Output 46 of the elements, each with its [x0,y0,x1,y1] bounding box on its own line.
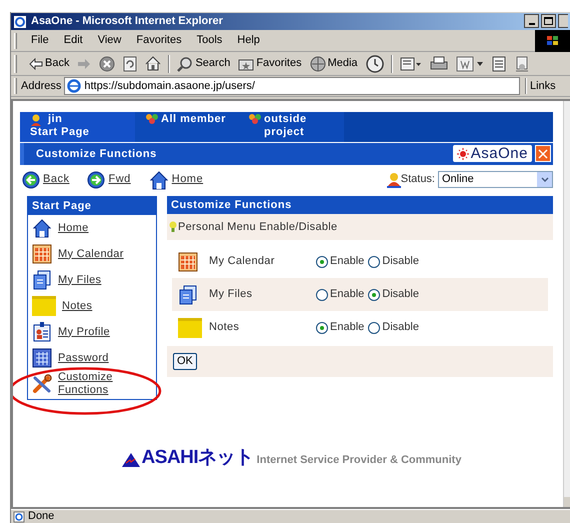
page-title: Customize Functions [36,146,157,162]
links-button[interactable]: Links [530,78,570,94]
tab[interactable]: jin Start Page [20,112,135,142]
sidebar-link[interactable]: My Files [58,274,128,286]
menu-item[interactable]: View [92,32,128,49]
sidebar-header: Start Page [28,197,156,215]
forward-link[interactable]: Fwd [87,170,131,188]
sidebar-link[interactable]: Password [58,352,128,364]
asaone-logo: AsaOne [452,145,532,162]
search-button[interactable]: Search [173,55,234,72]
function-label: My Calendar [209,254,276,270]
sidebar-link[interactable]: Home [58,222,128,234]
radio-option[interactable]: Enable [316,319,364,336]
radio-option[interactable]: Disable [368,253,419,270]
home-link[interactable]: Home [148,170,204,190]
status-label: Status: [400,172,435,188]
menu-item[interactable]: Tools [190,32,228,49]
function-label: Notes [209,320,240,336]
asahi-net-logo: ASAHIネット [122,448,254,467]
radio-option[interactable]: Enable [316,253,364,270]
radio-option[interactable]: Enable [316,286,364,303]
ok-button[interactable]: OK [173,353,197,370]
menu-item[interactable]: Edit [58,32,89,49]
sidebar-link[interactable]: My Profile [58,326,128,338]
menu-item[interactable]: Help [231,32,266,49]
window-title: AsaOne - Microsoft Internet Explorer [31,14,223,30]
function-label: My Files [209,287,254,302]
address-field[interactable]: https://subdomain.asaone.jp/users/ [64,77,520,95]
radio-option[interactable]: Disable [368,319,419,336]
media-button[interactable]: Media [306,55,362,72]
sidebar-link[interactable]: Notes [62,300,132,312]
address-label: Address [21,78,62,94]
panel-header: Customize Functions [167,196,553,214]
radio-option[interactable]: Disable [368,286,419,303]
tab[interactable]: All member [135,112,238,142]
back-button[interactable]: Back [25,55,74,72]
menu-item[interactable]: Favorites [130,32,188,49]
status-text: Done [28,511,54,522]
menu-item[interactable]: File [25,32,55,49]
footer-tagline: Internet Service Provider & Community [256,455,462,466]
tab[interactable]: outside project [238,112,344,142]
status-select[interactable]: Online [438,171,553,188]
sidebar-link[interactable]: My Calendar [58,248,128,260]
panel-subtitle: Personal Menu Enable/Disable [178,220,338,235]
favorites-button[interactable]: Favorites [234,55,306,72]
back-link[interactable]: Back [22,170,70,188]
